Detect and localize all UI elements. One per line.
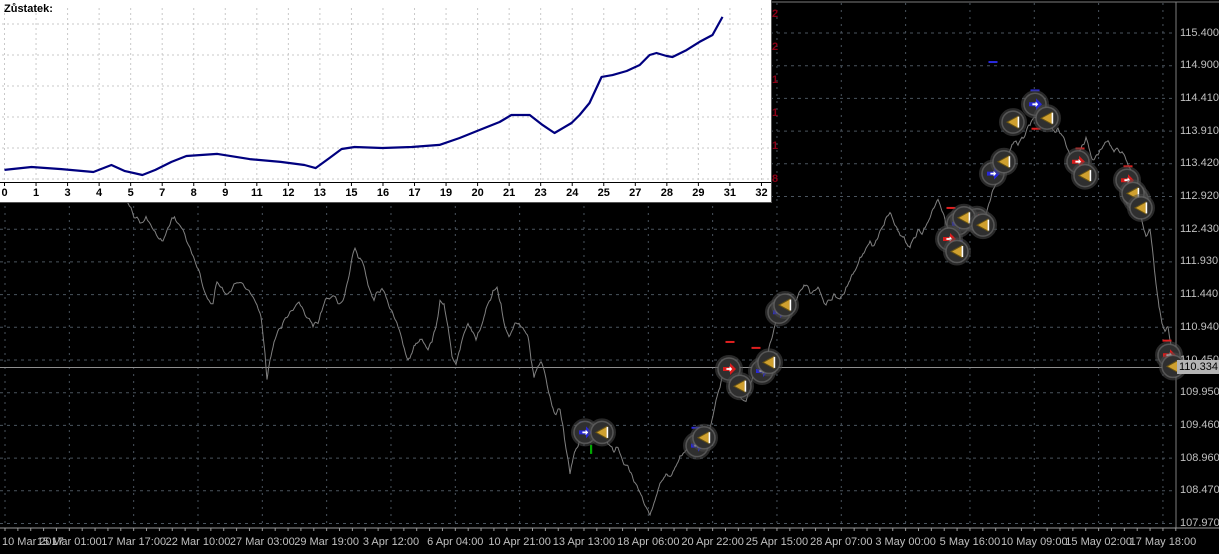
time-axis-label: 15 May 02:00	[1065, 536, 1132, 548]
price-axis-label: 113.420	[1180, 157, 1219, 170]
balance-axis-label: 21	[503, 187, 515, 199]
balance-axis-label: 29	[692, 187, 704, 199]
time-axis-label: 25 Apr 15:00	[745, 536, 809, 548]
balance-axis-clipped-digit: 1	[772, 74, 779, 86]
close-trade-marker[interactable]	[588, 418, 616, 447]
time-axis-label: 10 May 09:00	[1000, 536, 1068, 548]
balance-axis-label: 19	[440, 187, 452, 199]
balance-axis-label: 15	[345, 187, 357, 199]
balance-chart-title: Zůstatek:	[4, 3, 53, 15]
time-axis-label: 18 Apr 06:00	[617, 536, 680, 548]
trading-terminal-chart-window: 115.400 114.900 114.410 113.910 113.420 112.9…	[0, 0, 1219, 554]
time-axis-label: 3 Apr 12:00	[362, 536, 420, 548]
balance-axis-clipped-digit: 8	[772, 173, 779, 185]
time-axis-label: 17 May 18:00	[1129, 536, 1197, 548]
close-trade-marker[interactable]	[690, 423, 718, 452]
balance-axis-label: 8	[191, 187, 197, 199]
balance-axis-label: 5	[128, 187, 134, 199]
balance-axis-label: 20	[471, 187, 483, 199]
balance-axis-label: 9	[222, 187, 228, 199]
balance-axis-label: 1	[33, 187, 39, 199]
close-trade-marker[interactable]	[1127, 193, 1155, 222]
time-axis-label: 22 Mar 10:00	[165, 536, 231, 548]
balance-axis-label: 13	[314, 187, 326, 199]
time-axis-label: 5 May 16:00	[939, 536, 1001, 548]
balance-overlay-chart: 0 1 3 4 5 7 8 9 11 12 13 15 16 17 19 20 21 23 24 25 27 28 29 31…	[0, 0, 772, 203]
time-axis-label: 29 Mar 19:00	[294, 536, 360, 548]
price-axis-label: 111.440	[1180, 288, 1219, 301]
time-axis-label: 27 Mar 03:00	[229, 536, 295, 548]
price-axis-label: 112.430	[1180, 222, 1219, 235]
close-trade-marker[interactable]	[1071, 161, 1099, 190]
balance-axis-label: 17	[408, 187, 420, 199]
time-axis-label: 28 Apr 07:00	[810, 536, 873, 548]
price-axis-label: 107.970	[1180, 517, 1219, 529]
price-axis-label: 109.950	[1180, 386, 1219, 399]
balance-axis-label: 25	[598, 187, 610, 199]
time-axis-label: 3 May 00:00	[875, 536, 936, 548]
balance-chart-canvas: 0 1 3 4 5 7 8 9 11 12 13 15 16 17 19 20 21 23 24 25 27 28 29 31…	[0, 8, 771, 199]
price-axis-label: 114.900	[1180, 59, 1219, 72]
balance-axis-label: 31	[724, 187, 736, 199]
close-trade-marker[interactable]	[755, 348, 783, 377]
balance-axis-label: 3	[65, 187, 71, 199]
price-axis-label: 108.470	[1180, 484, 1219, 497]
price-axis-label: 115.400	[1180, 26, 1219, 39]
close-trade-marker[interactable]	[726, 372, 754, 401]
balance-axis-label: 28	[661, 187, 673, 199]
price-axis-label: 114.410	[1180, 91, 1219, 104]
balance-axis-label: 12	[282, 187, 294, 199]
balance-axis-label: 16	[377, 187, 389, 199]
balance-axis-clipped-digit: 1	[772, 107, 779, 119]
balance-axis-label: 27	[629, 187, 641, 199]
balance-axis-label: 7	[159, 187, 165, 199]
balance-line-series	[4, 16, 724, 177]
price-axis-label: 108.960	[1180, 451, 1219, 464]
balance-axis-label: 4	[96, 187, 103, 199]
balance-axis-label: 24	[566, 187, 579, 199]
time-axis-label: 13 Apr 13:00	[552, 536, 616, 548]
balance-axis-clipped-digit: 2	[772, 8, 779, 20]
balance-axis-label: 32	[755, 187, 767, 199]
balance-axis-label: 11	[251, 187, 263, 199]
time-axis-label: 17 Mar 17:00	[101, 536, 167, 548]
price-axis-label: 109.460	[1180, 418, 1219, 431]
price-axis-label: 113.910	[1180, 124, 1219, 137]
close-trade-marker[interactable]	[943, 237, 971, 266]
time-axis-label: 6 Apr 04:00	[427, 536, 484, 548]
close-trade-marker[interactable]	[990, 147, 1018, 176]
close-trade-marker[interactable]	[1033, 104, 1061, 133]
time-axis-label: 15 Mar 01:00	[36, 536, 102, 548]
current-price-badge: 110.334	[1177, 360, 1219, 375]
close-trade-marker[interactable]	[771, 291, 799, 319]
price-axis-label: 110.940	[1180, 320, 1219, 333]
balance-axis-label: 23	[535, 187, 547, 199]
balance-axis-label: 0	[1, 187, 7, 199]
time-axis-label: 20 Apr 22:00	[681, 536, 744, 548]
balance-axis-clipped-digit: 1	[772, 140, 779, 152]
close-trade-marker[interactable]	[999, 108, 1027, 137]
close-trade-marker[interactable]	[969, 211, 997, 240]
time-axis-label: 10 Apr 21:00	[488, 536, 551, 548]
balance-axis-clipped-digit: 2	[772, 41, 779, 53]
price-axis-label: 111.930	[1180, 255, 1219, 268]
price-axis-label: 112.920	[1180, 190, 1219, 202]
